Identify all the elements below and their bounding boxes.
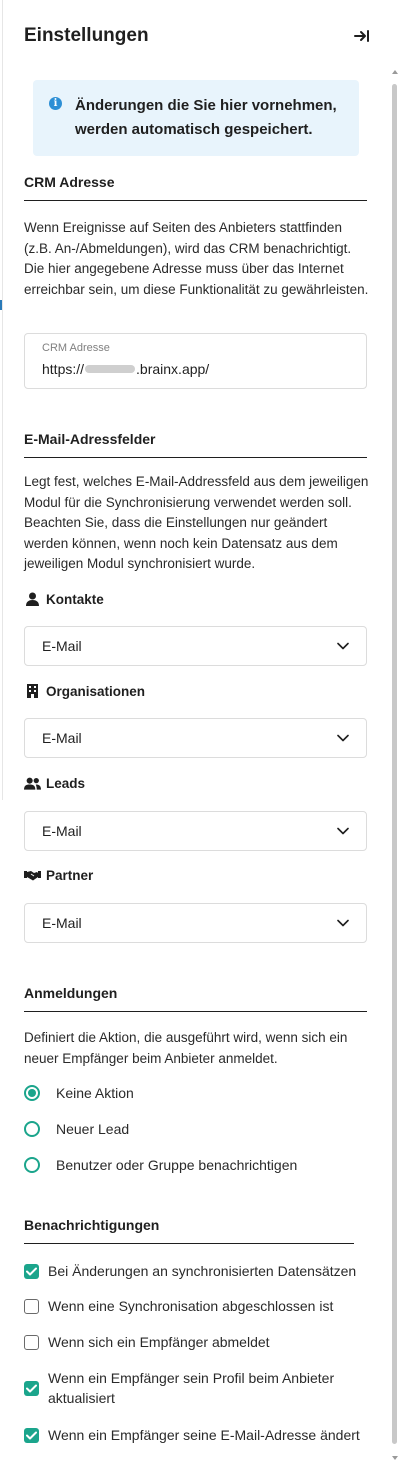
module-label-organisationen: Organisationen (24, 682, 145, 700)
checkbox-row-email-aenderung[interactable]: Wenn ein Empfänger seine E-Mail-Adresse … (24, 1427, 363, 1445)
checkbox-checked[interactable] (24, 1381, 39, 1396)
checkbox-label: Wenn sich ein Empfänger abmeldet (48, 1334, 270, 1350)
checkmark-icon (26, 1431, 37, 1440)
checkmark-icon (26, 1267, 37, 1276)
radio-benutzer-benachrichtigen[interactable]: Benutzer oder Gruppe benachrichtigen (24, 1155, 297, 1175)
person-icon (24, 592, 41, 606)
crm-address-field[interactable]: CRM Adresse https:// .brainx.app/ (24, 333, 367, 389)
autosave-info-text: Änderungen die Sie hier vornehmen, werde… (75, 97, 337, 138)
building-icon (24, 684, 41, 698)
select-kontakte-email-field[interactable]: E-Mail (24, 626, 367, 666)
section-divider (24, 200, 367, 201)
checkbox-label: Wenn eine Synchronisation abgeschlossen … (48, 1298, 334, 1314)
select-value: E-Mail (42, 915, 82, 931)
panel-header: Einstellungen (24, 22, 376, 50)
panel-scrollbar[interactable] (391, 70, 399, 1460)
module-name: Organisationen (46, 683, 146, 699)
radio-neuer-lead[interactable]: Neuer Lead (24, 1119, 129, 1139)
select-value: E-Mail (42, 730, 82, 746)
checkbox-row-profil[interactable]: Wenn ein Empfänger sein Profil beim Anbi… (24, 1370, 363, 1408)
checkbox-label: Wenn ein Empfänger seine E-Mail-Adresse … (48, 1427, 360, 1443)
radio-button[interactable] (24, 1121, 40, 1137)
radio-button[interactable] (24, 1157, 40, 1173)
radio-button-selected[interactable] (24, 1085, 40, 1101)
module-name: Kontakte (46, 591, 104, 607)
redacted-text (85, 365, 136, 373)
crm-section-title: CRM Adresse (24, 174, 115, 190)
crm-address-value[interactable]: https:// .brainx.app/ (42, 358, 366, 380)
radio-keine-aktion[interactable]: Keine Aktion (24, 1083, 134, 1103)
select-organisationen-email-field[interactable]: E-Mail (24, 718, 367, 758)
module-label-partner: Partner (24, 866, 93, 884)
checkbox-checked[interactable] (24, 1264, 39, 1279)
crm-address-label: CRM Adresse (42, 342, 110, 354)
notifications-section-title: Benachrichtigungen (24, 1217, 160, 1233)
section-divider (24, 1243, 354, 1244)
autosave-info-box: i Änderungen die Sie hier vornehmen, wer… (33, 80, 359, 156)
select-leads-email-field[interactable]: E-Mail (24, 811, 367, 851)
checkbox-label: Bei Änderungen an synchronisierten Daten… (48, 1263, 357, 1279)
users-icon (24, 776, 41, 790)
chevron-down-icon (337, 827, 349, 835)
module-label-kontakte: Kontakte (24, 590, 104, 608)
checkbox-unchecked[interactable] (24, 1335, 39, 1350)
radio-label: Benutzer oder Gruppe benachrichtigen (56, 1157, 298, 1173)
checkbox-checked[interactable] (24, 1428, 39, 1443)
chevron-down-icon (337, 734, 349, 742)
checkbox-unchecked[interactable] (24, 1299, 39, 1314)
scroll-down-arrow[interactable] (392, 1456, 398, 1460)
signups-section-title: Anmeldungen (24, 985, 118, 1001)
radio-label: Keine Aktion (56, 1085, 134, 1101)
panel-title: Einstellungen (24, 25, 149, 46)
handshake-icon (24, 868, 41, 882)
email-fields-description: Legt fest, welches E-Mail-Addressfeld au… (24, 474, 369, 571)
checkmark-icon (26, 1384, 37, 1393)
info-icon: i (49, 97, 62, 110)
scroll-up-arrow[interactable] (392, 70, 398, 74)
radio-label: Neuer Lead (56, 1121, 130, 1137)
checkbox-row-synchronisation[interactable]: Wenn eine Synchronisation abgeschlossen … (24, 1298, 363, 1316)
background-app-marker (0, 300, 2, 310)
email-fields-section-title: E-Mail-Adressfelder (24, 431, 156, 447)
crm-address-suffix: .brainx.app/ (136, 361, 210, 377)
collapse-panel-button[interactable] (352, 26, 372, 46)
collapse-right-icon (354, 30, 369, 42)
module-name: Leads (46, 775, 86, 791)
section-divider (24, 457, 367, 458)
chevron-down-icon (337, 642, 349, 650)
chevron-down-icon (337, 919, 349, 927)
module-name: Partner (46, 867, 94, 883)
select-value: E-Mail (42, 638, 82, 654)
checkbox-row-abmeldung[interactable]: Wenn sich ein Empfänger abmeldet (24, 1334, 363, 1352)
signups-description: Definiert die Aktion, die ausgeführt wir… (24, 1030, 348, 1066)
scroll-thumb[interactable] (392, 84, 397, 1444)
crm-description: Wenn Ereignisse auf Seiten des Anbieters… (24, 220, 369, 297)
checkbox-row-datensaetze[interactable]: Bei Änderungen an synchronisierten Daten… (24, 1263, 363, 1281)
select-value: E-Mail (42, 823, 82, 839)
crm-address-prefix: https:// (42, 361, 85, 377)
background-app-edge (0, 0, 3, 800)
module-label-leads: Leads (24, 774, 85, 792)
section-divider (24, 1011, 367, 1012)
select-partner-email-field[interactable]: E-Mail (24, 903, 367, 943)
checkbox-label: Wenn ein Empfänger sein Profil beim Anbi… (48, 1370, 335, 1406)
